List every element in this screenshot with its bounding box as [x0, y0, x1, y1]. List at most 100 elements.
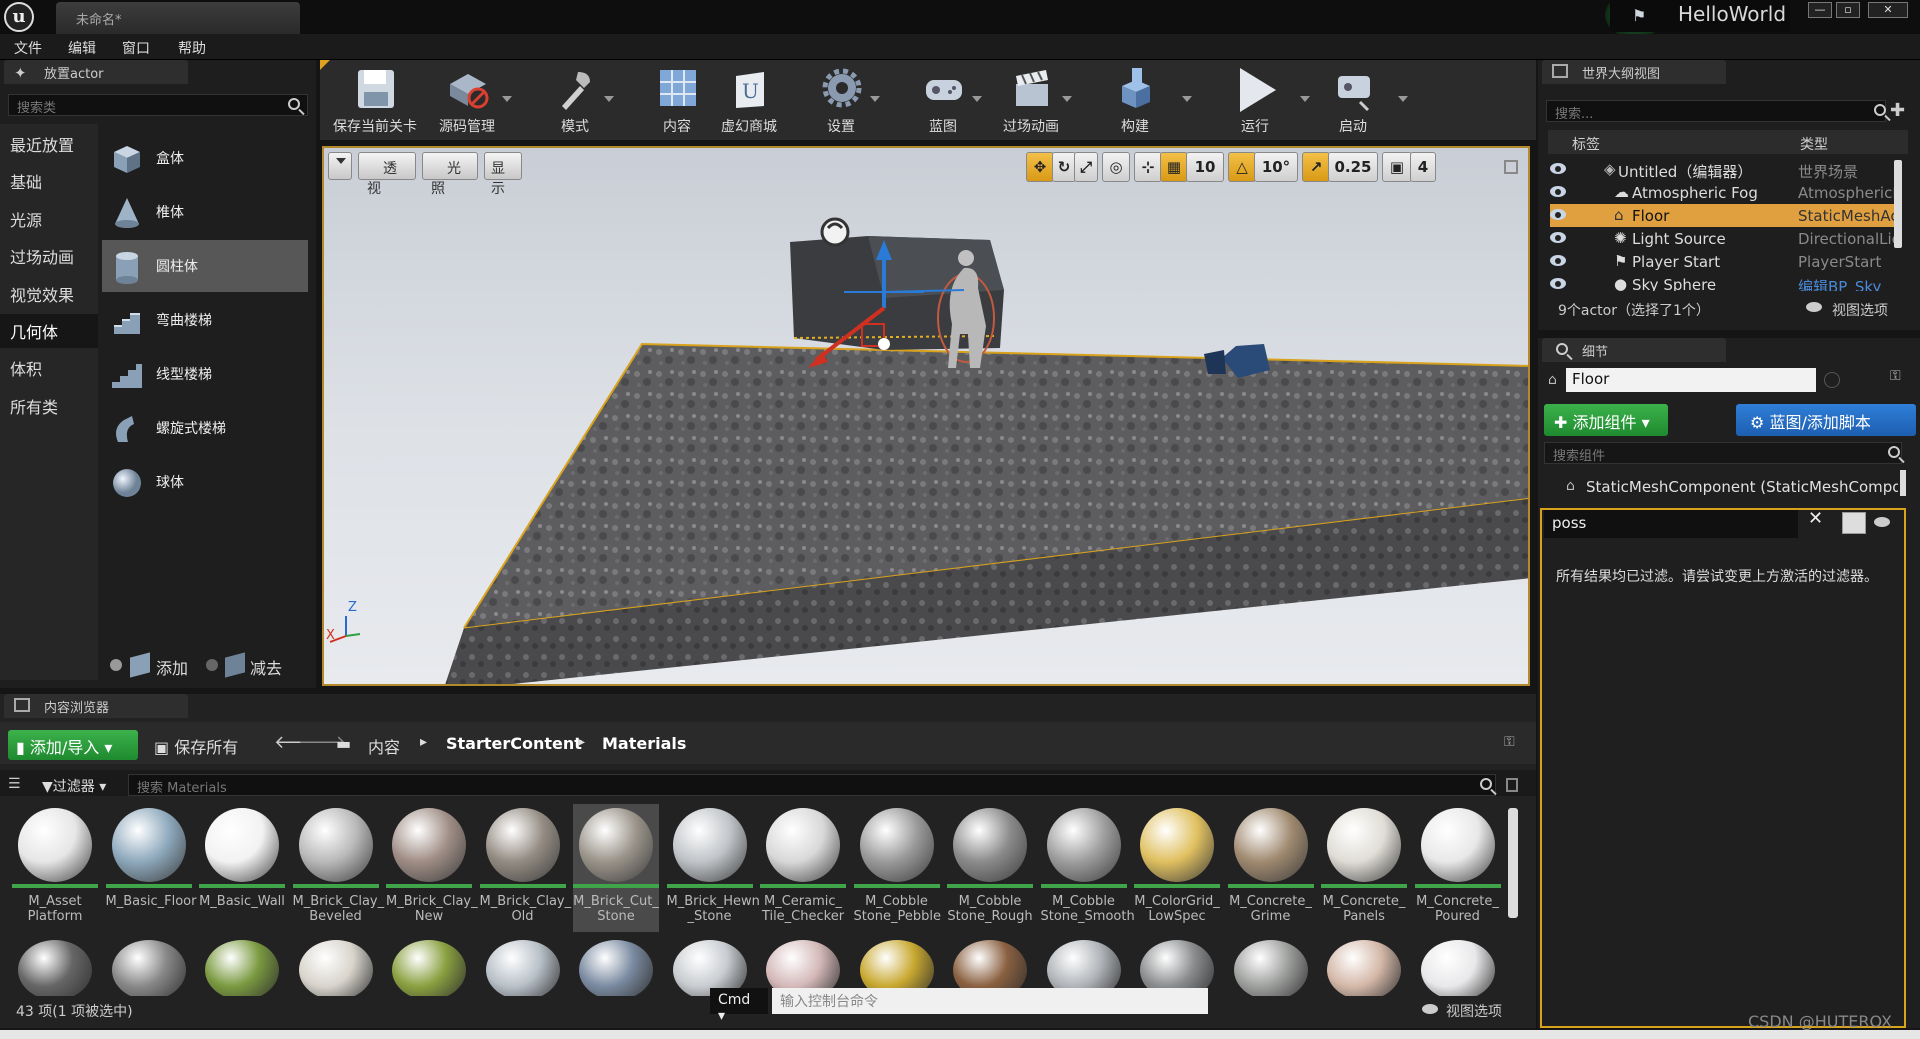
grid-view-icon[interactable]	[1842, 512, 1866, 534]
outliner-scrollbar[interactable]	[1894, 160, 1902, 248]
add-actor-icon[interactable]: ✚	[1890, 100, 1905, 121]
perspective-button[interactable]: 透视	[358, 152, 416, 197]
class-search-input[interactable]: 搜索类	[8, 94, 308, 116]
asset-tile[interactable]: M_Basic_Wall	[199, 804, 285, 932]
category-recent[interactable]: 最近放置	[10, 132, 74, 156]
property-filter-input[interactable]: poss	[1544, 510, 1798, 538]
viewport-options-button[interactable]	[328, 152, 352, 180]
add-import-button[interactable]: ▮ 添加/导入 ▾	[8, 730, 138, 760]
lit-mode-button[interactable]: 光照	[422, 152, 478, 197]
category-lights[interactable]: 光源	[10, 207, 42, 231]
material-thumbnail[interactable]	[1327, 940, 1401, 1000]
breadcrumb-starter-content[interactable]: StarterContent	[446, 734, 582, 753]
asset-tile[interactable]: M_Cobble Stone_Pebble	[853, 804, 941, 932]
camera-speed-value[interactable]: 4	[1410, 152, 1436, 182]
build-caret[interactable]	[1182, 96, 1192, 102]
asset-scrollbar[interactable]	[1508, 808, 1518, 918]
menu-edit[interactable]: 编辑	[68, 38, 96, 58]
category-visual-effects[interactable]: 视觉效果	[10, 282, 74, 306]
category-cinematic[interactable]: 过场动画	[10, 244, 74, 268]
settings-button[interactable]: 设置	[796, 64, 886, 140]
console-input[interactable]: 输入控制台命令	[772, 988, 1208, 1014]
outliner-view-options[interactable]: 视图选项	[1832, 300, 1888, 320]
filters-button[interactable]: ▼过滤器 ▾	[42, 776, 106, 796]
material-thumbnail[interactable]	[111, 940, 186, 1000]
cinematics-button[interactable]: 过场动画	[986, 64, 1076, 140]
blueprints-button[interactable]: 蓝图	[898, 64, 988, 140]
save-all-button[interactable]: ▣ 保存所有	[154, 734, 238, 758]
visibility-eye-icon[interactable]	[1550, 186, 1566, 197]
modes-caret[interactable]	[604, 96, 614, 102]
column-type[interactable]: 类型	[1800, 134, 1828, 154]
asset-search-input[interactable]: 搜索 Materials	[128, 774, 1496, 796]
asset-tile[interactable]: M_Brick_Cut_ Stone	[573, 804, 659, 932]
visibility-eye-icon[interactable]	[1550, 163, 1566, 174]
category-volumes[interactable]: 体积	[10, 356, 42, 380]
asset-tile[interactable]: M_Cobble Stone_Smooth	[1040, 804, 1135, 932]
camera-speed-icon[interactable]: ▣	[1382, 152, 1412, 182]
visibility-eye-icon[interactable]	[1550, 278, 1566, 289]
scale-snap-value[interactable]: 0.25	[1328, 152, 1378, 182]
asset-tile[interactable]: M_Cobble Stone_Rough	[947, 804, 1033, 932]
rotate-tool-button[interactable]: ↻	[1052, 152, 1076, 182]
asset-tile[interactable]: M_Concrete_ Panels	[1321, 804, 1407, 932]
modes-button[interactable]: 模式	[530, 64, 620, 140]
actor-item-spiral-stairs[interactable]: 螺旋式楼梯	[102, 402, 308, 454]
show-button[interactable]: 显示	[484, 152, 522, 197]
blueprints-caret[interactable]	[972, 96, 982, 102]
actor-item-linear-stairs[interactable]: 线型楼梯	[102, 348, 308, 400]
document-tab[interactable]: 未命名*	[56, 2, 300, 34]
asset-tile[interactable]: M_Brick_Clay_ New	[386, 804, 478, 932]
breadcrumb-content[interactable]: 内容	[368, 734, 400, 758]
place-actor-tab[interactable]: 放置actor	[4, 60, 188, 84]
actor-item-cone[interactable]: 椎体	[102, 186, 308, 238]
material-thumbnail[interactable]	[1233, 940, 1308, 1000]
outliner-row-floor[interactable]: ⌂ Floor StaticMeshAc	[1550, 204, 1896, 227]
asset-tile[interactable]: M_Basic_Floor	[105, 804, 196, 932]
lock-icon[interactable]: ⚿	[1504, 734, 1515, 750]
material-thumbnail[interactable]	[205, 940, 279, 1000]
actor-name-field[interactable]: Floor	[1566, 368, 1816, 392]
marketplace-button[interactable]: U 虚幻商城	[704, 64, 794, 140]
asset-tile[interactable]: M_Asset Platform	[12, 804, 98, 932]
visibility-eye-icon[interactable]	[1550, 209, 1566, 220]
grid-snap-value[interactable]: 10	[1186, 152, 1224, 182]
visibility-eye-icon[interactable]	[1550, 232, 1566, 243]
breadcrumb-materials[interactable]: Materials	[602, 734, 686, 753]
menu-window[interactable]: 窗口	[122, 38, 150, 58]
save-search-icon[interactable]	[1506, 778, 1518, 792]
maximize-viewport-icon[interactable]	[1504, 160, 1518, 174]
settings-caret[interactable]	[870, 96, 880, 102]
category-geometry[interactable]: 几何体	[10, 319, 58, 343]
level-viewport[interactable]: Z X 透视 光照 显示 ✥ ↻ ⤢ ◎ ⊹ ▦ 10 △ 10° ↗ 0.25…	[322, 146, 1530, 686]
asset-tile[interactable]: M_Ceramic_ Tile_Checker	[760, 804, 846, 932]
scale-tool-button[interactable]: ⤢	[1074, 152, 1098, 182]
sources-toggle-icon[interactable]: ☰	[8, 776, 21, 792]
category-all-classes[interactable]: 所有类	[10, 394, 58, 418]
outliner-row-atmospheric-fog[interactable]: ☁ Atmospheric Fog AtmosphericF	[1550, 181, 1896, 204]
asset-tile[interactable]: M_Brick_Hewn _Stone	[666, 804, 760, 932]
close-button[interactable]: ✕	[1868, 2, 1908, 18]
source-control-caret[interactable]	[502, 96, 512, 102]
source-control-button[interactable]: 源码管理	[422, 64, 512, 140]
launch-caret[interactable]	[1398, 96, 1408, 102]
category-basic[interactable]: 基础	[10, 169, 42, 193]
column-label[interactable]: 标签	[1572, 134, 1600, 154]
grid-snap-toggle[interactable]: ▦	[1160, 152, 1188, 182]
outliner-row-player-start[interactable]: ⚑ Player Start PlayerStart	[1550, 250, 1896, 273]
component-search-input[interactable]: 搜索组件	[1544, 442, 1902, 464]
asset-tile[interactable]: M_Concrete_ Poured	[1414, 804, 1501, 932]
actor-item-cylinder[interactable]: 圆柱体	[102, 240, 308, 292]
add-component-button[interactable]: ✚ 添加组件 ▾	[1544, 404, 1668, 436]
clear-filter-icon[interactable]: ✕	[1808, 508, 1823, 529]
menu-file[interactable]: 文件	[14, 38, 42, 58]
content-view-options[interactable]: 视图选项	[1446, 1001, 1502, 1021]
eye-icon[interactable]	[1874, 517, 1890, 527]
add-radio[interactable]	[110, 659, 122, 671]
material-thumbnail[interactable]	[579, 940, 653, 1000]
asset-tile[interactable]: M_Concrete_ Grime	[1227, 804, 1314, 932]
actor-item-box[interactable]: 盒体	[102, 132, 308, 184]
rotation-snap-toggle[interactable]: △	[1228, 152, 1256, 182]
world-outliner-tab[interactable]: 世界大纲视图	[1542, 60, 1726, 84]
actor-item-sphere[interactable]: 球体	[102, 456, 308, 508]
